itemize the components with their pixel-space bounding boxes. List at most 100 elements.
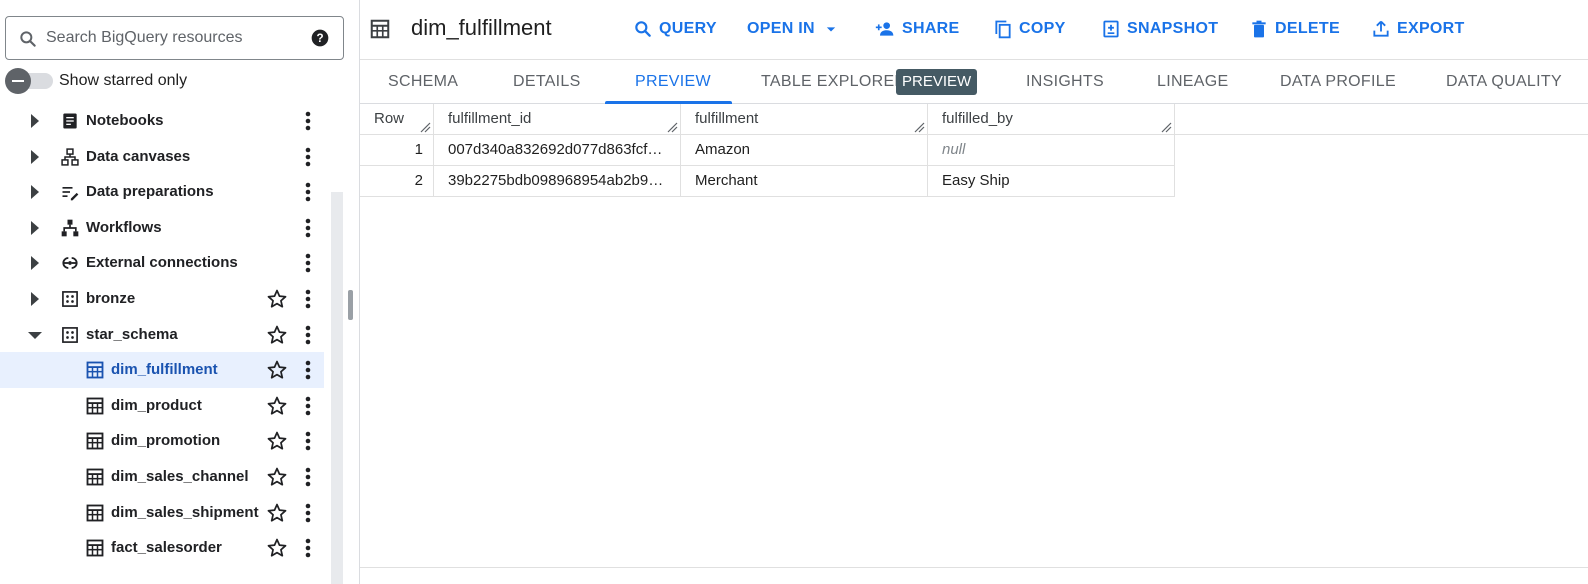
copy-button[interactable]: COPY (993, 16, 1066, 42)
star-icon[interactable] (266, 430, 288, 452)
row-number-cell: 2 (360, 166, 434, 197)
fulfillment-id-cell[interactable]: 007d340a832692d077d863fcf… (434, 135, 681, 166)
data-preparation-icon (60, 182, 80, 202)
page-title: dim_fulfillment (411, 15, 552, 40)
column-resize-icon[interactable] (914, 122, 925, 133)
share-button[interactable]: SHARE (874, 16, 960, 42)
caret-right-icon[interactable] (27, 290, 43, 308)
tab-data-profile[interactable]: DATA PROFILE (1280, 60, 1396, 104)
star-icon[interactable] (266, 395, 288, 417)
copy-icon (995, 20, 1011, 39)
fulfillment-cell[interactable]: Amazon (681, 135, 928, 166)
notebook-icon (60, 111, 80, 131)
explorer-panel: ? Show starred only Notebooks Data canvas… (0, 0, 360, 584)
tree-item[interactable]: fact_salesorder (0, 530, 324, 566)
export-icon (1373, 20, 1389, 37)
tab-details[interactable]: DETAILS (513, 60, 581, 104)
caret-right-icon[interactable] (27, 254, 43, 272)
column-resize-icon[interactable] (1161, 122, 1172, 133)
table-icon (85, 431, 105, 451)
help-icon[interactable]: ? (310, 28, 330, 48)
copy-label: COPY (1019, 20, 1066, 37)
caret-right-icon[interactable] (27, 183, 43, 201)
star-icon[interactable] (266, 288, 288, 310)
star-icon[interactable] (266, 502, 288, 524)
caret-right-icon[interactable] (27, 148, 43, 166)
tree-item[interactable]: star_schema (0, 317, 324, 353)
tree-item-label: fact_salesorder (111, 539, 222, 557)
star-icon[interactable] (266, 359, 288, 381)
starred-only-row: Show starred only (0, 66, 340, 96)
star-icon[interactable] (266, 537, 288, 559)
explorer-scrollbar[interactable] (331, 192, 343, 584)
fulfillment-id-cell[interactable]: 39b2275bdb098968954ab2b9… (434, 166, 681, 197)
caret-right-icon[interactable] (27, 112, 43, 130)
delete-button[interactable]: DELETE (1249, 16, 1340, 42)
more-options-icon[interactable] (300, 430, 316, 452)
open-in-label: OPEN IN (747, 20, 815, 37)
tree-item-label: dim_sales_shipment (111, 503, 259, 521)
caret-down-icon[interactable] (27, 326, 43, 344)
tree-item[interactable]: Notebooks (0, 103, 324, 139)
tree-item[interactable]: bronze (0, 281, 324, 317)
tree-item[interactable]: External connections (0, 245, 324, 281)
more-options-icon[interactable] (300, 288, 316, 310)
open-in-button[interactable]: OPEN IN (747, 16, 841, 42)
column-resize-icon[interactable] (667, 122, 678, 133)
tree-item[interactable]: dim_product (0, 388, 324, 424)
tree-item[interactable]: Workflows (0, 210, 324, 246)
more-options-icon[interactable] (300, 217, 316, 239)
column-header-label: fulfilled_by (942, 110, 1013, 127)
preview-badge: PREVIEW (896, 69, 978, 95)
tab-table-explorer[interactable]: TABLE EXPLORER (761, 60, 906, 104)
tree-item[interactable]: dim_promotion (0, 423, 324, 459)
panel-resize-handle[interactable] (348, 290, 353, 320)
tree-item-label: dim_sales_channel (111, 467, 249, 485)
tree-item-label: Notebooks (86, 112, 164, 129)
export-label: EXPORT (1397, 20, 1465, 37)
tree-item[interactable]: Data preparations (0, 174, 324, 210)
fulfilled-by-cell[interactable]: Easy Ship (928, 166, 1175, 197)
export-button[interactable]: EXPORT (1371, 16, 1465, 42)
more-options-icon[interactable] (300, 110, 316, 132)
more-options-icon[interactable] (300, 537, 316, 559)
starred-only-toggle[interactable] (5, 68, 53, 94)
star-icon[interactable] (266, 324, 288, 346)
tab-data-quality[interactable]: DATA QUALITY (1446, 60, 1562, 104)
tree-item[interactable]: dim_sales_channel (0, 459, 324, 495)
fulfillment-cell[interactable]: Merchant (681, 166, 928, 197)
search-input[interactable] (46, 23, 301, 53)
more-options-icon[interactable] (300, 181, 316, 203)
fulfilled-by-cell[interactable]: null (928, 135, 1175, 166)
tree-item-label: dim_fulfillment (111, 361, 218, 379)
svg-text:?: ? (316, 32, 323, 45)
tab-lineage[interactable]: LINEAGE (1157, 60, 1228, 104)
tab-schema[interactable]: SCHEMA (388, 60, 458, 104)
more-options-icon[interactable] (300, 466, 316, 488)
tree-item[interactable]: dim_sales_shipment (0, 495, 324, 531)
star-icon[interactable] (266, 466, 288, 488)
query-button[interactable]: QUERY (633, 16, 717, 42)
tree-item[interactable]: dim_fulfillment (0, 352, 324, 388)
share-person-icon (875, 22, 894, 36)
more-options-icon[interactable] (300, 502, 316, 524)
table-details-panel: dim_fulfillment QUERY OPEN IN SHARE COPY… (360, 0, 1588, 584)
tree-item[interactable]: Data canvases (0, 139, 324, 175)
more-options-icon[interactable] (300, 395, 316, 417)
caret-right-icon[interactable] (27, 219, 43, 237)
table-header-row: Row fulfillment_id fulfillment fulfilled… (360, 104, 1588, 135)
tab-preview[interactable]: PREVIEW (635, 60, 711, 104)
tree-item-label: dim_promotion (111, 432, 221, 450)
more-options-icon[interactable] (300, 146, 316, 168)
query-label: QUERY (659, 20, 717, 37)
tab-insights[interactable]: INSIGHTS (1026, 60, 1104, 104)
search-icon (635, 21, 651, 37)
more-options-icon[interactable] (300, 252, 316, 274)
snapshot-button[interactable]: SNAPSHOT (1101, 16, 1218, 42)
column-resize-icon[interactable] (420, 122, 431, 133)
more-options-icon[interactable] (300, 324, 316, 346)
table-icon (85, 396, 105, 416)
more-options-icon[interactable] (300, 359, 316, 381)
snapshot-icon (1103, 20, 1119, 38)
search-box[interactable]: ? (5, 16, 344, 60)
